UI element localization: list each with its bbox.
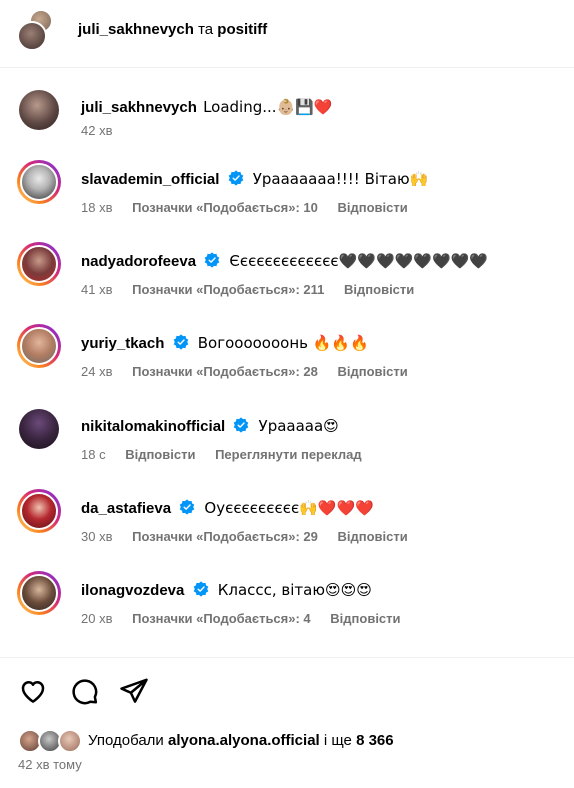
- share-icon[interactable]: [119, 676, 149, 706]
- comment-time[interactable]: 18 с: [81, 447, 106, 462]
- comment-likes-count[interactable]: Позначки «Подобається»: 10: [132, 200, 318, 215]
- liked-by-and: і ще: [323, 732, 352, 749]
- liker-avatar[interactable]: [58, 729, 82, 753]
- reply-button[interactable]: Відповісти: [338, 364, 408, 379]
- section-divider: [0, 657, 574, 658]
- caption-text: Loading...👶🏼💾❤️: [203, 98, 333, 116]
- liked-by-user[interactable]: alyona.alyona.official: [168, 732, 320, 749]
- comment-username[interactable]: ilonagvozdeva: [81, 582, 184, 599]
- comment-username[interactable]: yuriy_tkach: [81, 335, 164, 352]
- caption-username[interactable]: juli_sakhnevych: [81, 99, 197, 116]
- author-link-2[interactable]: positiff: [217, 21, 267, 38]
- reply-button[interactable]: Відповісти: [338, 200, 408, 215]
- post-caption: juli_sakhnevych Loading...👶🏼💾❤️ 42 хв: [0, 88, 574, 158]
- comment-likes-count[interactable]: Позначки «Подобається»: 4: [132, 611, 311, 626]
- comment-icon[interactable]: [69, 676, 99, 706]
- reply-button[interactable]: Відповісти: [330, 611, 400, 626]
- avatar[interactable]: [17, 88, 61, 132]
- liked-by-prefix: Уподобали: [88, 732, 164, 749]
- verified-badge-icon: [193, 581, 208, 597]
- author-link-1[interactable]: juli_sakhnevych: [78, 21, 194, 38]
- verified-badge-icon: [173, 334, 188, 350]
- comment-username[interactable]: da_astafieva: [81, 500, 171, 517]
- comment-time[interactable]: 41 хв: [81, 282, 112, 297]
- avatar[interactable]: [17, 324, 61, 368]
- reply-button[interactable]: Відповісти: [338, 529, 408, 544]
- post-authors: juli_sakhnevych та positiff: [78, 21, 267, 38]
- comment-item: ilonagvozdeva Классс, вітаю😍😍😍 20 хв Поз…: [0, 571, 574, 641]
- verified-badge-icon: [204, 252, 220, 268]
- avatar[interactable]: [17, 160, 61, 204]
- comment-time[interactable]: 18 хв: [81, 200, 112, 215]
- comment-text: Оуєєєєєєєєє🙌❤️❤️❤️: [204, 499, 374, 517]
- see-translation-button[interactable]: Переглянути переклад: [215, 447, 362, 462]
- reply-button[interactable]: Відповісти: [344, 282, 414, 297]
- post-header: juli_sakhnevych та positiff: [0, 0, 574, 68]
- avatar[interactable]: [17, 571, 61, 615]
- verified-badge-icon: [179, 499, 195, 515]
- collab-avatars[interactable]: [17, 9, 53, 53]
- comment-time[interactable]: 20 хв: [81, 611, 112, 626]
- comment-text: Урааааа😍: [258, 417, 339, 435]
- comment-item: nikitalomakinofficial Урааааа😍 18 с Відп…: [0, 407, 574, 477]
- avatar[interactable]: [17, 407, 61, 451]
- verified-badge-icon: [228, 170, 243, 186]
- heart-icon[interactable]: [18, 676, 48, 706]
- comment-username[interactable]: slavademin_official: [81, 171, 219, 188]
- caption-time[interactable]: 42 хв: [81, 123, 112, 138]
- comment-time[interactable]: 24 хв: [81, 364, 112, 379]
- likes-count[interactable]: 8 366: [356, 732, 394, 749]
- comment-time[interactable]: 30 хв: [81, 529, 112, 544]
- comment-text: Єєєєєєєєєєєєє🖤🖤🖤🖤🖤🖤🖤🖤: [229, 252, 489, 270]
- comment-item: nadyadorofeeva Єєєєєєєєєєєєє🖤🖤🖤🖤🖤🖤🖤🖤 41 …: [0, 242, 574, 312]
- avatar-juli-sakhnevych[interactable]: [17, 21, 47, 51]
- verified-badge-icon: [234, 417, 249, 433]
- comment-item: slavademin_official Урааааааа!!!! Вітаю🙌…: [0, 160, 574, 230]
- comment-likes-count[interactable]: Позначки «Подобається»: 29: [132, 529, 318, 544]
- comment-item: yuriy_tkach Вогооооооонь 🔥🔥🔥 24 хв Позна…: [0, 324, 574, 394]
- comment-username[interactable]: nikitalomakinofficial: [81, 418, 225, 435]
- avatar[interactable]: [17, 489, 61, 533]
- comment-username[interactable]: nadyadorofeeva: [81, 253, 196, 270]
- post-time[interactable]: 42 хв тому: [18, 757, 82, 772]
- author-conjunction: та: [198, 21, 214, 38]
- comment-likes-count[interactable]: Позначки «Подобається»: 28: [132, 364, 318, 379]
- comment-likes-count[interactable]: Позначки «Подобається»: 211: [132, 282, 324, 297]
- comment-item: da_astafieva Оуєєєєєєєєє🙌❤️❤️❤️ 30 хв По…: [0, 489, 574, 559]
- avatar[interactable]: [17, 242, 61, 286]
- comment-text: Вогооооооонь 🔥🔥🔥: [197, 334, 369, 352]
- reply-button[interactable]: Відповісти: [125, 447, 195, 462]
- comment-text: Урааааааа!!!! Вітаю🙌: [252, 170, 429, 188]
- comment-text: Классс, вітаю😍😍😍: [217, 581, 372, 599]
